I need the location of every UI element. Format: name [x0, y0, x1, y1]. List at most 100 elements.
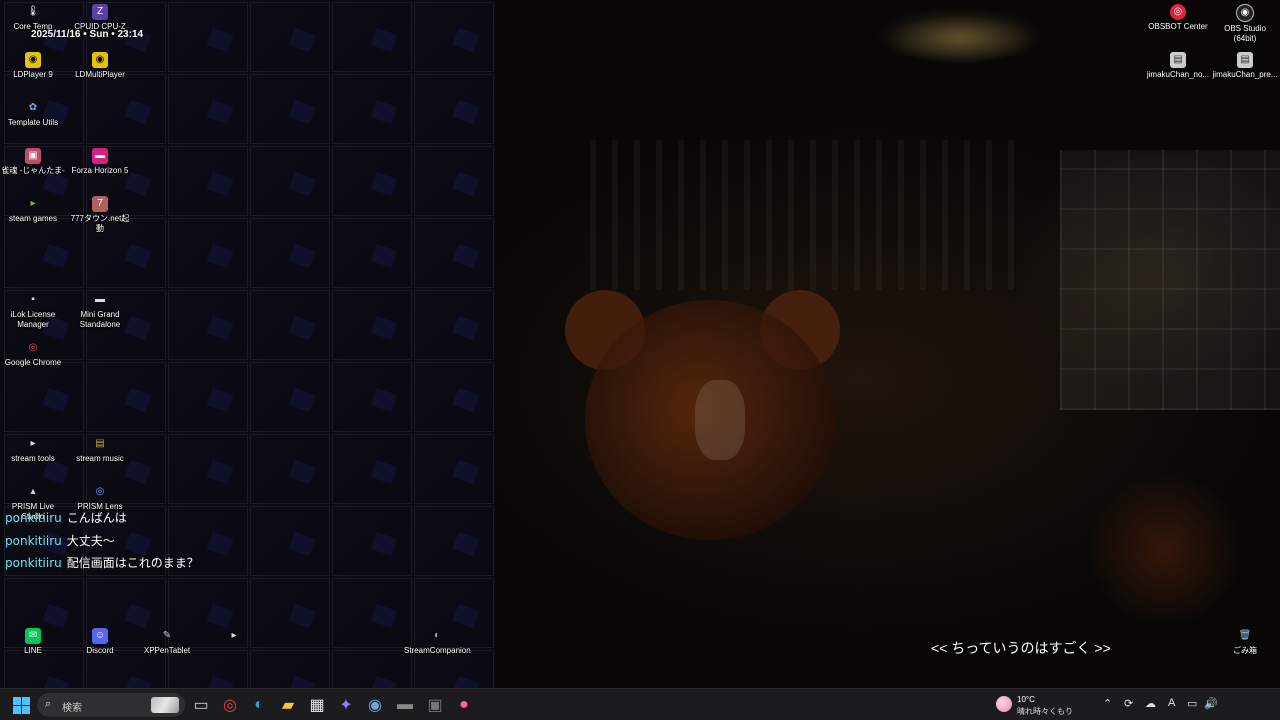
desktop-icon-obs-studio[interactable]: ◉ OBS Studio (64bit)	[1212, 4, 1278, 44]
wallpaper-tile-shape	[370, 315, 398, 341]
desktop-icon-steam-games[interactable]: ▸ steam games	[0, 196, 66, 224]
wallpaper-tile	[168, 434, 248, 504]
wallpaper-tile-shape	[370, 27, 398, 53]
start-button[interactable]	[12, 696, 30, 714]
wallpaper-tile	[332, 290, 412, 360]
taskbar-chrome[interactable]: ◎	[221, 696, 239, 714]
sync-icon[interactable]: ⟳	[1124, 697, 1133, 710]
desktop-icon-janjama[interactable]: ▣ 雀魂 -じゃんたま-	[0, 148, 66, 176]
wallpaper-tile-shape	[42, 387, 70, 413]
taskbar-task-view[interactable]: ▭	[192, 696, 210, 714]
desktop-icon-ldmultiplayer[interactable]: ◉ LDMultiPlayer	[67, 52, 133, 80]
taskbar-app-3[interactable]: ●	[455, 696, 473, 714]
wallpaper-tile-shape	[206, 27, 234, 53]
taskbar-file-explorer[interactable]: ▰	[279, 696, 297, 714]
obsbot-icon: ◎	[1170, 4, 1186, 20]
wallpaper-tile-shape	[370, 531, 398, 557]
taskbar-edge[interactable]: ◐	[250, 696, 268, 714]
desktop-icon-label: OBSBOT Center	[1148, 22, 1208, 31]
wallpaper-tile-shape	[452, 675, 480, 688]
desktop-icon-discord[interactable]: ☺ Discord	[67, 628, 133, 656]
ime-indicator[interactable]: A	[1168, 697, 1175, 709]
wallpaper-tile-shape	[288, 675, 316, 688]
shortcut-icon: ▸	[30, 438, 36, 449]
desktop-icon-ldplayer[interactable]: ◉ LDPlayer 9	[0, 52, 66, 80]
wallpaper-tile	[414, 74, 494, 144]
taskbar-steam[interactable]: ◉	[366, 696, 384, 714]
desktop-icon-cpu-z[interactable]: Z CPUID CPU-Z	[67, 4, 133, 32]
desktop-icon-template-utils[interactable]: ✿ Template Utils	[0, 100, 66, 128]
wallpaper-tile-shape	[452, 603, 480, 629]
volume-icon[interactable]: 🔊	[1204, 697, 1218, 710]
wallpaper-tile-shape	[452, 459, 480, 485]
desktop-icon-recycle-bin[interactable]: 🗑 ごみ箱	[1212, 628, 1278, 656]
desktop-icon-jimakuchan-pre[interactable]: ▤ jimakuChan_pre...	[1212, 52, 1278, 80]
desktop-icon-label: OBS Studio (64bit)	[1224, 24, 1266, 43]
desktop-icon-label: Discord	[86, 646, 114, 655]
wallpaper-tile	[332, 2, 412, 72]
taskbar-app-2[interactable]: ▣	[426, 696, 444, 714]
wallpaper-tile	[250, 506, 330, 576]
desktop-icon-jimakuchan-no[interactable]: ▤ jimakuChan_no...	[1145, 52, 1211, 80]
desktop-icon-label: LDPlayer 9	[13, 70, 53, 79]
wallpaper-tile-shape	[452, 99, 480, 125]
desktop-icon-stream-tools[interactable]: ▸ stream tools	[0, 436, 66, 464]
taskbar-weather[interactable]: 10°C 晴れ時々くもり	[996, 692, 1076, 718]
wallpaper-window	[1060, 150, 1280, 410]
desktop-icon-google-chrome[interactable]: ◎ Google Chrome	[0, 340, 66, 368]
desktop-icon-label: jimakuChan_no...	[1146, 70, 1210, 79]
wallpaper-tile-shape	[370, 603, 398, 629]
wallpaper-tile-shape	[452, 171, 480, 197]
wallpaper-tile-shape	[206, 243, 234, 269]
desktop-icon-label: LINE	[24, 646, 42, 655]
network-icon[interactable]: ▭	[1187, 697, 1197, 710]
desktop-icon-line[interactable]: ✉ LINE	[0, 628, 66, 656]
taskbar-search[interactable]: ⌕ 検索	[37, 693, 185, 717]
wallpaper-tile-shape	[288, 387, 316, 413]
shortcut-icon: ▸	[30, 198, 36, 209]
desktop-icon-unnamed[interactable]: ▸	[201, 628, 267, 646]
wallpaper-tile	[414, 290, 494, 360]
desktop-icon-obsbot-center[interactable]: ◎ OBSBOT Center	[1145, 4, 1211, 32]
wallpaper-tile	[168, 362, 248, 432]
chat-username: ponkitiiru	[5, 533, 62, 548]
shortcut-icon: ▸	[231, 630, 237, 641]
wallpaper-tile	[86, 362, 166, 432]
wallpaper-tile	[332, 362, 412, 432]
desktop-icon-ilok[interactable]: ▪ iLok License Manager	[0, 292, 66, 330]
folder-icon: ▤	[95, 438, 105, 449]
desktop-icon-777town[interactable]: 7 777タウン.net起動	[67, 196, 133, 234]
chat-overlay: ponkitiiru こんばんは ponkitiiru 大丈夫〜 ponkitiir…	[5, 510, 199, 578]
wallpaper-tile-shape	[370, 675, 398, 688]
wallpaper-tile-shape	[288, 243, 316, 269]
chat-text: こんばんは	[66, 511, 127, 525]
wallpaper-tile-shape	[370, 243, 398, 269]
taskbar-copilot[interactable]: ✦	[337, 696, 355, 714]
wallpaper-tile	[168, 290, 248, 360]
desktop-icon-prism-lens[interactable]: ◎ PRISM Lens	[67, 484, 133, 512]
desktop-icon-xppentablet[interactable]: ✎ XPPenTablet	[134, 628, 200, 656]
desktop-icon-streamcompanion[interactable]: ◐ StreamCompanion	[404, 628, 471, 656]
cloud-icon[interactable]: ☁	[1145, 697, 1156, 710]
desktop-icon-mini-grand[interactable]: ▬ Mini Grand Standalone	[67, 292, 133, 330]
wallpaper-tile	[332, 218, 412, 288]
wallpaper-tile-shape	[206, 171, 234, 197]
folder-icon: ▰	[281, 697, 295, 714]
desktop-icon-forza-horizon-5[interactable]: ▬ Forza Horizon 5	[67, 148, 133, 176]
desktop-icon-label: LDMultiPlayer	[75, 70, 125, 79]
taskbar-microsoft-store[interactable]: ▦	[308, 696, 326, 714]
streamcompanion-icon: ◐	[433, 630, 441, 641]
taskbar-app-1[interactable]: ▬	[396, 696, 414, 714]
desktop-icon-label: 777タウン.net起動	[70, 214, 130, 233]
subtitle-caption: << ちっていうのはすごく >>	[931, 640, 1111, 656]
chevron-up-icon[interactable]: ⌃	[1103, 697, 1112, 710]
wallpaper-tile-shape	[42, 603, 70, 629]
wallpaper-shelves	[590, 140, 1020, 290]
document-icon: ▤	[1170, 52, 1186, 68]
wallpaper-tile-shape	[124, 387, 152, 413]
line-icon: ✉	[25, 628, 41, 644]
xppen-icon: ✎	[162, 630, 172, 641]
wallpaper-tile-shape	[288, 603, 316, 629]
desktop-icon-stream-music[interactable]: ▤ stream music	[67, 436, 133, 464]
desktop-icon-core-temp[interactable]: 🌡 Core Temp	[0, 4, 66, 32]
